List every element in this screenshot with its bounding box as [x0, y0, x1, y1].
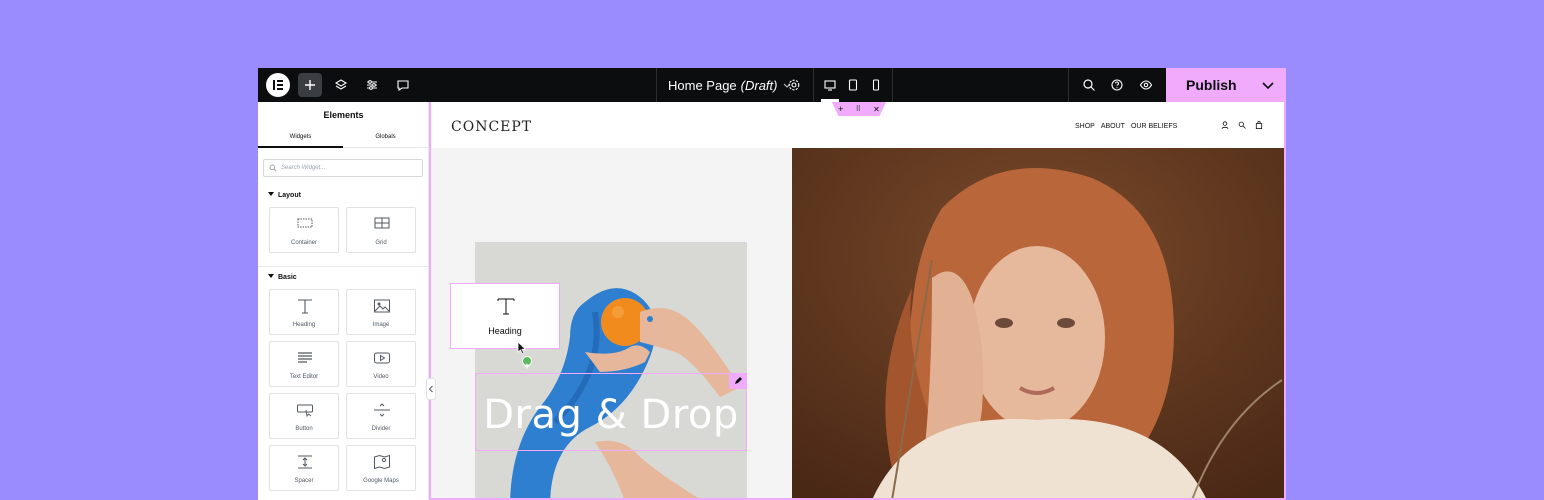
page-title-dropdown[interactable]: Home Page (Draft) — [668, 68, 792, 102]
search-placeholder: Search Widget... — [281, 165, 326, 171]
desktop-view-icon[interactable] — [818, 73, 842, 97]
publish-label: Publish — [1186, 77, 1237, 93]
page-settings-gear-icon[interactable] — [782, 73, 806, 97]
widget-text-editor[interactable]: Text Editor — [269, 341, 339, 387]
top-bar: Home Page (Draft) Publish — [258, 68, 1286, 102]
separator — [813, 68, 814, 102]
dragged-heading-widget[interactable]: Heading — [450, 283, 560, 349]
container-icon — [297, 218, 313, 228]
page-status: (Draft) — [740, 77, 778, 93]
drag-handle-icon[interactable]: ⠿ — [856, 105, 861, 113]
map-icon — [374, 454, 390, 470]
editor-canvas: CONCEPT SHOP ABOUT OUR BELIEFS + ⠿ ✕ Dra… — [429, 102, 1286, 500]
heading-icon — [497, 298, 515, 315]
tablet-view-icon[interactable] — [841, 73, 865, 97]
collapse-panel-button[interactable] — [426, 378, 436, 400]
widget-video[interactable]: Video — [346, 341, 416, 387]
panel-title: Elements — [323, 110, 364, 120]
widget-spacer[interactable]: Spacer — [269, 445, 339, 491]
button-icon — [297, 404, 313, 418]
elementor-logo-icon[interactable] — [266, 73, 290, 97]
nav-about[interactable]: ABOUT — [1101, 123, 1125, 130]
widget-label: Button — [295, 426, 313, 432]
portrait-photo — [792, 148, 1284, 498]
mobile-view-icon[interactable] — [864, 73, 888, 97]
widget-label: Heading — [292, 322, 316, 328]
help-icon[interactable] — [1105, 73, 1129, 97]
user-icon[interactable] — [1221, 121, 1229, 129]
widget-grid[interactable]: Grid — [346, 207, 416, 253]
caret-down-icon — [268, 274, 274, 278]
structure-layers-icon[interactable] — [329, 73, 353, 97]
category-basic-label: Basic — [278, 274, 297, 281]
edit-pencil-icon[interactable] — [729, 373, 747, 389]
section-toolbar: + ⠿ ✕ — [832, 102, 886, 116]
heading-icon — [298, 299, 312, 314]
grid-icon — [374, 217, 390, 229]
image-icon — [374, 299, 390, 313]
divider-icon — [374, 403, 390, 417]
mouse-cursor-icon — [517, 341, 527, 355]
widget-label: Image — [372, 322, 390, 328]
video-icon — [374, 352, 390, 364]
preview-eye-icon[interactable] — [1134, 73, 1158, 97]
separator — [1068, 68, 1069, 102]
widget-heading[interactable]: Heading — [269, 289, 339, 335]
tab-globals[interactable]: Globals — [343, 128, 428, 148]
widget-label: Divider — [371, 426, 391, 432]
publish-button[interactable]: Publish — [1166, 68, 1286, 102]
widget-image[interactable]: Image — [346, 289, 416, 335]
editor-window: Home Page (Draft) Publish Elements Widge… — [258, 68, 1286, 500]
category-layout-label: Layout — [278, 192, 301, 199]
widget-label: Spacer — [294, 478, 314, 484]
widget-button[interactable]: Button — [269, 393, 339, 439]
site-nav: SHOP ABOUT OUR BELIEFS — [1075, 123, 1177, 130]
nav-our-beliefs[interactable]: OUR BELIEFS — [1131, 123, 1177, 130]
category-layout-toggle[interactable]: Layout — [268, 192, 301, 199]
widget-label: Text Editor — [289, 374, 319, 380]
page-name: Home Page — [668, 77, 737, 93]
widget-label: Grid — [375, 240, 387, 246]
chevron-down-icon[interactable] — [1260, 77, 1276, 93]
spacer-icon — [298, 455, 312, 469]
site-logo[interactable]: CONCEPT — [451, 119, 532, 135]
widget-label: Container — [290, 240, 317, 246]
text-editor-icon — [298, 352, 312, 363]
comments-icon[interactable] — [391, 73, 415, 97]
widget-label: Google Maps — [363, 478, 399, 484]
add-element-button[interactable] — [298, 73, 322, 97]
widget-label: Video — [373, 374, 389, 380]
caret-down-icon — [268, 192, 274, 196]
bag-icon[interactable] — [1255, 121, 1263, 129]
search-icon[interactable] — [1077, 73, 1101, 97]
hands-photo — [475, 242, 747, 498]
left-column: Drag & Drop Heading — [431, 148, 792, 498]
search-icon[interactable] — [1238, 121, 1246, 129]
separator — [892, 68, 893, 102]
separator — [656, 68, 657, 102]
delete-section-icon[interactable]: ✕ — [873, 105, 880, 114]
widget-container[interactable]: Container — [269, 207, 339, 253]
drop-indicator-plus-icon — [522, 356, 532, 369]
heading-widget-selected[interactable]: Drag & Drop — [475, 373, 747, 451]
drag-widget-label: Heading — [488, 326, 522, 336]
add-section-icon[interactable]: + — [838, 104, 843, 114]
divider — [258, 266, 429, 267]
heading-text[interactable]: Drag & Drop — [476, 392, 746, 438]
search-widget-input[interactable]: Search Widget... — [263, 159, 423, 177]
widget-google-maps[interactable]: Google Maps — [346, 445, 416, 491]
site-settings-sliders-icon[interactable] — [360, 73, 384, 97]
category-basic-toggle[interactable]: Basic — [268, 274, 297, 281]
widget-divider[interactable]: Divider — [346, 393, 416, 439]
nav-shop[interactable]: SHOP — [1075, 123, 1095, 130]
elements-panel: Elements Widgets Globals Search Widget..… — [258, 102, 429, 500]
tab-widgets[interactable]: Widgets — [258, 128, 343, 148]
search-icon — [269, 164, 277, 172]
header-icons — [1221, 121, 1263, 129]
panel-tabs: Widgets Globals — [258, 128, 429, 148]
